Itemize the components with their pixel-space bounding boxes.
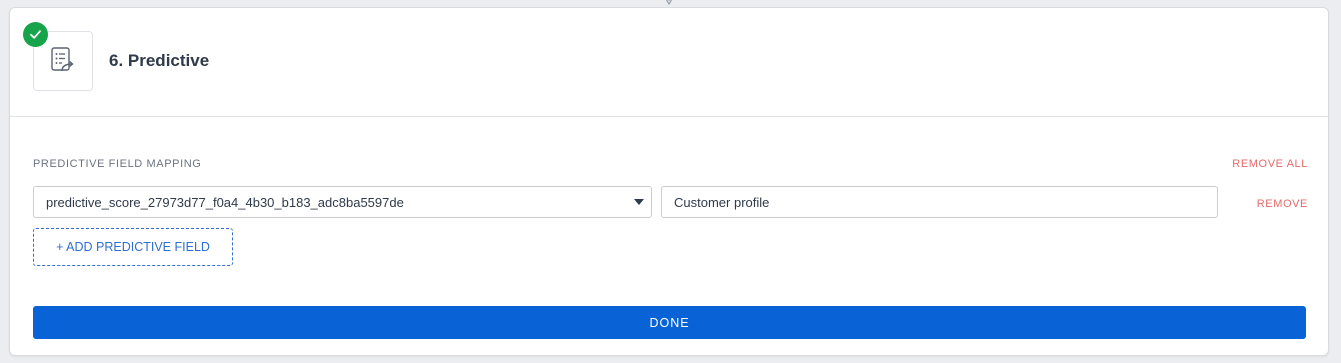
- predictive-field-select-value: predictive_score_27973d77_f0a4_4b30_b183…: [46, 195, 404, 210]
- step-title: 6. Predictive: [109, 51, 210, 70]
- remove-mapping-button[interactable]: REMOVE: [1257, 198, 1308, 210]
- step-header: 6. Predictive: [10, 8, 1328, 117]
- chevron-down-icon: [634, 199, 644, 205]
- check-icon: [30, 30, 41, 39]
- done-button[interactable]: DONE: [33, 306, 1306, 339]
- predictive-document-icon: [51, 47, 74, 72]
- predictive-field-mapping-label: PREDICTIVE FIELD MAPPING: [33, 158, 202, 170]
- completed-badge: [23, 22, 48, 47]
- target-field-input[interactable]: [661, 186, 1218, 218]
- predictive-field-select[interactable]: predictive_score_27973d77_f0a4_4b30_b183…: [33, 186, 652, 218]
- flow-connector-arrow: [666, 0, 672, 5]
- predictive-step-card: 6. Predictive PREDICTIVE FIELD MAPPING R…: [9, 7, 1329, 356]
- remove-all-button[interactable]: REMOVE ALL: [1232, 158, 1308, 170]
- add-predictive-field-button[interactable]: + ADD PREDICTIVE FIELD: [33, 228, 233, 266]
